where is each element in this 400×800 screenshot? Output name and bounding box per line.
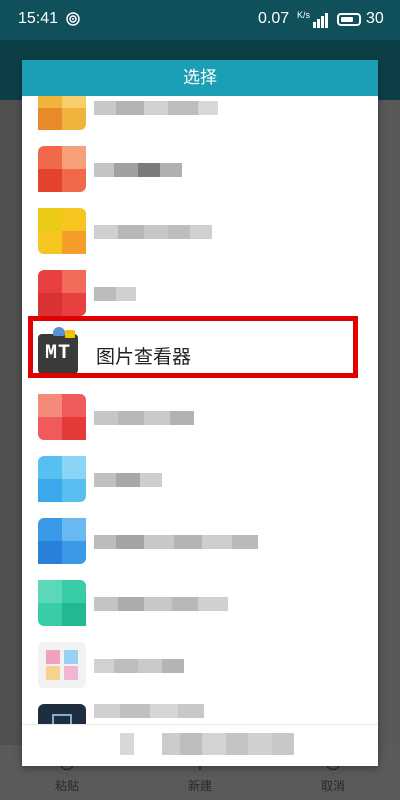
app-name-pixelated (94, 101, 218, 115)
hotspot-icon (66, 12, 80, 26)
app-name-pixelated (94, 597, 228, 611)
app-list-item[interactable] (22, 138, 378, 200)
app-name-pixelated (94, 225, 212, 239)
app-list-item-image-viewer[interactable]: MT 图片查看器 (22, 324, 378, 386)
signal-icon (313, 13, 328, 28)
app-list-item[interactable] (22, 572, 378, 634)
app-name-pixelated (94, 704, 204, 718)
app-list-item[interactable] (22, 448, 378, 510)
app-name-pixelated (94, 535, 258, 549)
app-name-pixelated (94, 287, 136, 301)
app-list-item[interactable] (22, 262, 378, 324)
app-icon (38, 518, 86, 564)
android-badge-icon (53, 327, 65, 336)
status-bar: 15:41 0.07 K/s 30 (0, 0, 400, 40)
battery-icon (337, 13, 361, 26)
dialog-title: 选择 (22, 60, 378, 96)
image-viewer-label: 图片查看器 (96, 346, 192, 368)
status-time: 15:41 (18, 10, 59, 27)
app-list[interactable]: MT 图片查看器 (22, 96, 378, 724)
app-icon (38, 208, 86, 254)
app-list-item[interactable] (22, 696, 378, 724)
app-name-pixelated (94, 659, 184, 673)
app-icon (38, 270, 86, 316)
app-chooser-dialog: 选择 MT 图片查看器 (22, 60, 378, 766)
app-icon (38, 146, 86, 192)
battery-level: 30 (366, 10, 384, 27)
app-list-item[interactable] (22, 200, 378, 262)
network-speed: 0.07 (258, 10, 290, 27)
background-list-left (0, 100, 22, 745)
app-icon (38, 96, 86, 130)
app-list-item[interactable] (22, 96, 378, 138)
mt-manager-icon: MT (38, 327, 78, 374)
network-speed-unit: K/s (297, 10, 311, 20)
app-list-item[interactable] (22, 510, 378, 572)
dialog-footer (22, 724, 378, 766)
folder-badge-icon (65, 330, 75, 338)
app-list-item[interactable] (22, 634, 378, 696)
app-name-pixelated (94, 473, 162, 487)
app-icon (38, 642, 86, 688)
app-icon (38, 704, 86, 724)
app-icon (38, 580, 86, 626)
app-list-item[interactable] (22, 386, 378, 448)
app-icon (38, 456, 86, 502)
app-icon (38, 394, 86, 440)
app-name-pixelated (94, 411, 194, 425)
footer-text-pixelated (120, 733, 294, 755)
background-list-right (378, 100, 400, 745)
app-name-pixelated (94, 163, 182, 177)
